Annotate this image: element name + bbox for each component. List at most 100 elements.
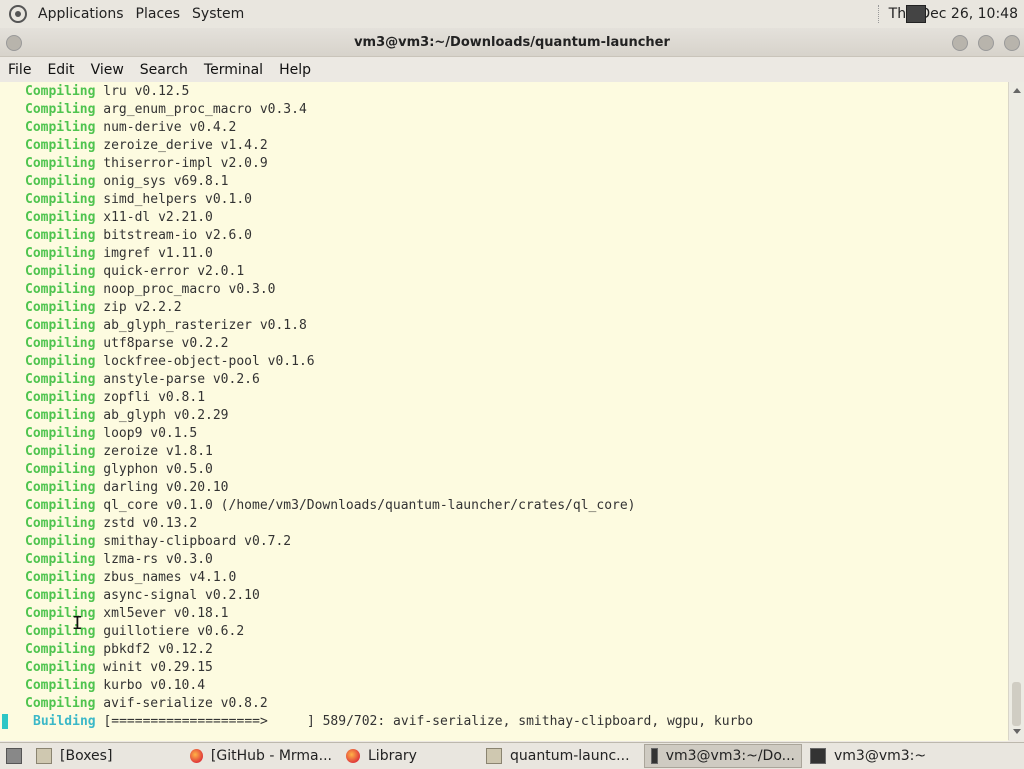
show-desktop-icon bbox=[6, 748, 22, 764]
menu-applications[interactable]: Applications bbox=[32, 6, 130, 22]
compiling-keyword: Compiling bbox=[25, 606, 96, 621]
building-line: Building [===================> ] 589/702… bbox=[0, 713, 1008, 731]
compiling-keyword: Compiling bbox=[25, 120, 96, 135]
crate-name: guillotiere v0.6.2 bbox=[103, 624, 245, 639]
taskbar-item[interactable]: Library bbox=[340, 745, 478, 767]
scroll-down-icon[interactable] bbox=[1013, 729, 1021, 734]
close-icon[interactable] bbox=[1004, 35, 1020, 51]
crate-name: glyphon v0.5.0 bbox=[103, 462, 213, 477]
terminal-line: Compiling zeroize v1.8.1 bbox=[0, 443, 1008, 461]
crate-name: zip v2.2.2 bbox=[103, 300, 182, 315]
crate-name: bitstream-io v2.6.0 bbox=[103, 228, 252, 243]
menu-terminal[interactable]: Terminal bbox=[196, 62, 271, 78]
terminal-line: Compiling noop_proc_macro v0.3.0 bbox=[0, 281, 1008, 299]
terminal-output[interactable]: Compiling lru v0.12.5 Compiling arg_enum_… bbox=[0, 82, 1008, 741]
taskbar-item[interactable]: vm3@vm3:~/Do... bbox=[644, 744, 802, 768]
window-menu-icon[interactable] bbox=[6, 35, 22, 51]
minimize-icon[interactable] bbox=[952, 35, 968, 51]
terminal-line: Compiling glyphon v0.5.0 bbox=[0, 461, 1008, 479]
terminal-line: Compiling arg_enum_proc_macro v0.3.4 bbox=[0, 101, 1008, 119]
compiling-keyword: Compiling bbox=[25, 84, 96, 99]
taskbar-item[interactable]: [Boxes] bbox=[30, 745, 182, 767]
compiling-keyword: Compiling bbox=[25, 588, 96, 603]
compiling-keyword: Compiling bbox=[25, 264, 96, 279]
terminal-line: Compiling onig_sys v69.8.1 bbox=[0, 173, 1008, 191]
menu-search[interactable]: Search bbox=[132, 62, 196, 78]
compiling-keyword: Compiling bbox=[25, 156, 96, 171]
compiling-keyword: Compiling bbox=[25, 318, 96, 333]
show-desktop-button[interactable] bbox=[0, 745, 28, 767]
maximize-icon[interactable] bbox=[978, 35, 994, 51]
terminal-line: Compiling zeroize_derive v1.4.2 bbox=[0, 137, 1008, 155]
window-titlebar[interactable]: vm3@vm3:~/Downloads/quantum-launcher bbox=[0, 28, 1024, 57]
menu-places[interactable]: Places bbox=[130, 6, 187, 22]
compiling-keyword: Compiling bbox=[25, 516, 96, 531]
compiling-keyword: Compiling bbox=[25, 336, 96, 351]
crate-name: darling v0.20.10 bbox=[103, 480, 229, 495]
terminal-line: Compiling anstyle-parse v0.2.6 bbox=[0, 371, 1008, 389]
compiling-keyword: Compiling bbox=[25, 138, 96, 153]
crate-name: avif-serialize v0.8.2 bbox=[103, 696, 268, 711]
compiling-keyword: Compiling bbox=[25, 192, 96, 207]
firefox-icon bbox=[346, 749, 360, 763]
scroll-thumb[interactable] bbox=[1012, 682, 1021, 726]
crate-name: anstyle-parse v0.2.6 bbox=[103, 372, 260, 387]
bottom-panel: [Boxes] [GitHub - Mrma... Library quantum-l… bbox=[0, 742, 1024, 769]
ibeam-cursor-icon: I bbox=[72, 613, 83, 634]
crate-name: imgref v1.11.0 bbox=[103, 246, 213, 261]
taskbar-item-label: quantum-launc... bbox=[510, 748, 630, 764]
terminal-menubar: File Edit View Search Terminal Help bbox=[0, 57, 1024, 82]
taskbar-item-label: vm3@vm3:~ bbox=[834, 748, 927, 764]
crate-name: noop_proc_macro v0.3.0 bbox=[103, 282, 276, 297]
compiling-keyword: Compiling bbox=[25, 354, 96, 369]
crate-name: kurbo v0.10.4 bbox=[103, 678, 206, 693]
taskbar-item[interactable]: quantum-launc... bbox=[480, 745, 642, 767]
compiling-keyword: Compiling bbox=[25, 408, 96, 423]
terminal-line: Compiling x11-dl v2.21.0 bbox=[0, 209, 1008, 227]
menu-edit[interactable]: Edit bbox=[39, 62, 82, 78]
menu-file[interactable]: File bbox=[0, 62, 39, 78]
terminal-line: Compiling pbkdf2 v0.12.2 bbox=[0, 641, 1008, 659]
terminal-line: Compiling lockfree-object-pool v0.1.6 bbox=[0, 353, 1008, 371]
crate-name: winit v0.29.15 bbox=[103, 660, 213, 675]
crate-name: x11-dl v2.21.0 bbox=[103, 210, 213, 225]
compiling-keyword: Compiling bbox=[25, 624, 96, 639]
build-progress-text: [===================> ] 589/702: avif-se… bbox=[103, 714, 754, 729]
compiling-keyword: Compiling bbox=[25, 552, 96, 567]
taskbar-item-label: [Boxes] bbox=[60, 748, 113, 764]
crate-name: arg_enum_proc_macro v0.3.4 bbox=[103, 102, 307, 117]
terminal-line: Compiling guillotiere v0.6.2 bbox=[0, 623, 1008, 641]
menu-system[interactable]: System bbox=[186, 6, 250, 22]
menu-view[interactable]: View bbox=[83, 62, 132, 78]
taskbar-item[interactable]: vm3@vm3:~ bbox=[804, 745, 948, 767]
crate-name: thiserror-impl v2.0.9 bbox=[103, 156, 268, 171]
crate-name: zstd v0.13.2 bbox=[103, 516, 198, 531]
tray-terminal-icon[interactable] bbox=[906, 5, 926, 23]
terminal-line: Compiling async-signal v0.2.10 bbox=[0, 587, 1008, 605]
crate-name: lzma-rs v0.3.0 bbox=[103, 552, 213, 567]
text-cursor bbox=[2, 714, 8, 729]
compiling-keyword: Compiling bbox=[25, 282, 96, 297]
scroll-up-icon[interactable] bbox=[1013, 88, 1021, 93]
taskbar-item[interactable]: [GitHub - Mrma... bbox=[184, 745, 338, 767]
folder-icon bbox=[486, 748, 502, 764]
crate-name: onig_sys v69.8.1 bbox=[103, 174, 229, 189]
compiling-keyword: Compiling bbox=[25, 570, 96, 585]
terminal-line: Compiling zbus_names v4.1.0 bbox=[0, 569, 1008, 587]
crate-name: num-derive v0.4.2 bbox=[103, 120, 237, 135]
crate-name: lru v0.12.5 bbox=[103, 84, 190, 99]
compiling-keyword: Compiling bbox=[25, 390, 96, 405]
menu-help[interactable]: Help bbox=[271, 62, 319, 78]
crate-name: ab_glyph v0.2.29 bbox=[103, 408, 229, 423]
building-keyword: Building bbox=[33, 714, 96, 729]
compiling-keyword: Compiling bbox=[25, 210, 96, 225]
crate-name: ql_core v0.1.0 (/home/vm3/Downloads/quan… bbox=[103, 498, 636, 513]
taskbar-item-label: Library bbox=[368, 748, 417, 764]
crate-name: loop9 v0.1.5 bbox=[103, 426, 198, 441]
terminal-scrollbar[interactable] bbox=[1008, 82, 1024, 740]
terminal-line: Compiling lzma-rs v0.3.0 bbox=[0, 551, 1008, 569]
compiling-keyword: Compiling bbox=[25, 444, 96, 459]
terminal-line: Compiling zstd v0.13.2 bbox=[0, 515, 1008, 533]
debian-logo-icon[interactable] bbox=[8, 4, 28, 24]
terminal-line: Compiling zip v2.2.2 bbox=[0, 299, 1008, 317]
